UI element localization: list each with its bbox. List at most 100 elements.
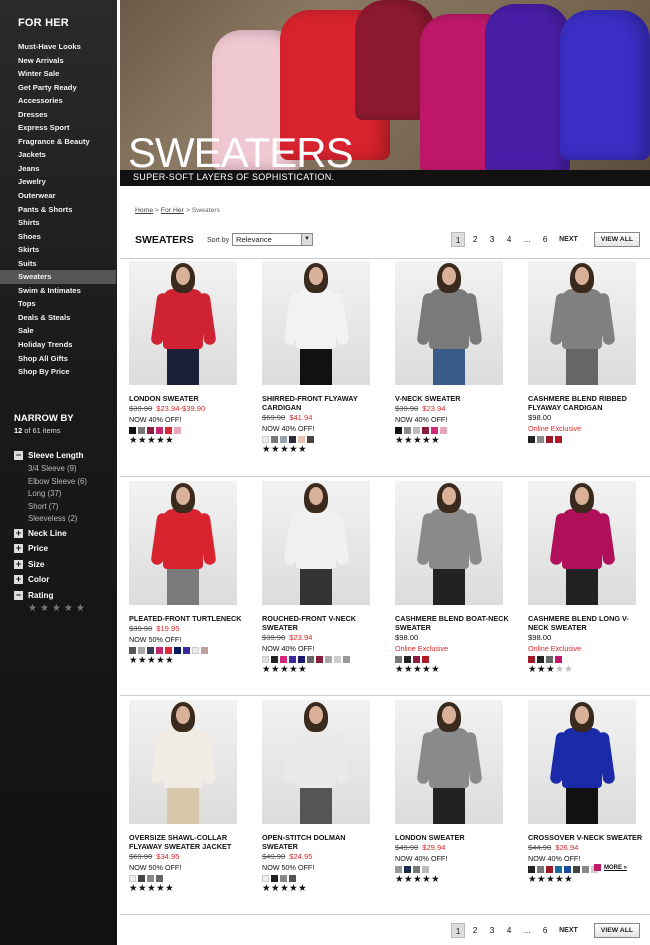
color-swatch[interactable]: [156, 875, 163, 882]
product-name[interactable]: OVERSIZE SHAWL-COLLAR FLYAWAY SWEATER JA…: [129, 833, 249, 851]
color-swatch[interactable]: [395, 427, 402, 434]
product-card[interactable]: LONDON SWEATER $49.90 $29.94 NOW 40% OFF! ★★…: [386, 697, 511, 912]
next-page-link[interactable]: NEXT: [559, 236, 578, 243]
sidebar-item-holiday-trends[interactable]: Holiday Trends: [0, 338, 117, 352]
sidebar-item-accessories[interactable]: Accessories: [0, 94, 117, 108]
color-swatch[interactable]: [422, 656, 429, 663]
sidebar-item-must-have-looks[interactable]: Must-Have Looks: [0, 40, 117, 54]
product-name[interactable]: LONDON SWEATER: [395, 833, 515, 842]
color-swatch[interactable]: [192, 647, 199, 654]
expand-icon[interactable]: +: [14, 528, 23, 538]
color-swatch[interactable]: [555, 656, 562, 663]
sidebar-item-get-party-ready[interactable]: Get Party Ready: [0, 81, 117, 95]
product-card[interactable]: SHIRRED-FRONT FLYAWAY CARDIGAN $69.90 $41.…: [253, 258, 378, 473]
color-swatch[interactable]: [594, 864, 601, 871]
product-image[interactable]: [528, 700, 636, 824]
sidebar-item-shoes[interactable]: Shoes: [0, 230, 117, 244]
color-swatch[interactable]: [334, 656, 341, 663]
sidebar-item-outerwear[interactable]: Outerwear: [0, 189, 117, 203]
facet-header[interactable]: + Color: [14, 572, 117, 588]
color-swatch[interactable]: [413, 866, 420, 873]
color-swatch[interactable]: [422, 866, 429, 873]
color-swatch[interactable]: [280, 656, 287, 663]
product-name[interactable]: CASHMERE BLEND LONG V-NECK SWEATER: [528, 614, 648, 632]
color-swatch[interactable]: [528, 656, 535, 663]
page-link-1[interactable]: 1: [451, 232, 466, 247]
product-card[interactable]: CASHMERE BLEND BOAT-NECK SWEATER $98.00 On…: [386, 478, 511, 693]
color-swatch[interactable]: [440, 427, 447, 434]
color-swatch[interactable]: [564, 866, 571, 873]
facet-header[interactable]: − Rating: [14, 588, 117, 604]
facet-option[interactable]: Short (7): [14, 501, 117, 514]
page-link-2[interactable]: 2: [468, 923, 482, 938]
color-swatch[interactable]: [395, 866, 402, 873]
page-link-4[interactable]: 4: [502, 923, 516, 938]
product-name[interactable]: SHIRRED-FRONT FLYAWAY CARDIGAN: [262, 394, 382, 412]
color-swatch[interactable]: [138, 875, 145, 882]
product-name[interactable]: CASHMERE BLEND RIBBED FLYAWAY CARDIGAN: [528, 394, 648, 412]
product-card[interactable]: V-NECK SWEATER $39.90 $23.94 NOW 40% OFF! ★★…: [386, 258, 511, 473]
product-image[interactable]: [262, 261, 370, 385]
color-swatch[interactable]: [343, 656, 350, 663]
product-name[interactable]: CROSSOVER V-NECK SWEATER: [528, 833, 648, 842]
sort-select[interactable]: Relevance ▼: [232, 233, 313, 246]
facet-option[interactable]: Long (37): [14, 488, 117, 501]
color-swatch[interactable]: [325, 656, 332, 663]
color-swatch[interactable]: [129, 427, 136, 434]
color-swatch[interactable]: [537, 656, 544, 663]
sidebar-item-shop-by-price[interactable]: Shop By Price: [0, 365, 117, 379]
color-swatch[interactable]: [165, 647, 172, 654]
breadcrumb-for-her[interactable]: For Her: [161, 207, 184, 214]
color-swatch[interactable]: [262, 656, 269, 663]
page-link-2[interactable]: 2: [468, 232, 482, 247]
color-swatch[interactable]: [129, 647, 136, 654]
product-card[interactable]: CASHMERE BLEND LONG V-NECK SWEATER $98.00…: [519, 478, 644, 693]
product-image[interactable]: [528, 261, 636, 385]
sidebar-item-fragrance-beauty[interactable]: Fragrance & Beauty: [0, 135, 117, 149]
sidebar-item-swim-intimates[interactable]: Swim & Intimates: [0, 284, 117, 298]
color-swatch[interactable]: [201, 647, 208, 654]
color-swatch[interactable]: [413, 656, 420, 663]
collapse-icon[interactable]: −: [14, 590, 23, 600]
sidebar-item-winter-sale[interactable]: Winter Sale: [0, 67, 117, 81]
view-all-button[interactable]: VIEW ALL: [593, 923, 640, 938]
color-swatch[interactable]: [129, 875, 136, 882]
product-image[interactable]: [395, 261, 503, 385]
color-swatch[interactable]: [271, 656, 278, 663]
color-swatch[interactable]: [395, 656, 402, 663]
product-name[interactable]: V-NECK SWEATER: [395, 394, 515, 403]
facet-option[interactable]: 3/4 Sleeve (9): [14, 463, 117, 476]
color-swatch[interactable]: [528, 436, 535, 443]
product-image[interactable]: [129, 261, 237, 385]
product-name[interactable]: ROUCHED-FRONT V-NECK SWEATER: [262, 614, 382, 632]
page-link-6[interactable]: 6: [538, 923, 552, 938]
facet-header[interactable]: + Price: [14, 541, 117, 557]
product-card[interactable]: OPEN-STITCH DOLMAN SWEATER $49.90 $24.95 NO…: [253, 697, 378, 912]
color-swatch[interactable]: [528, 866, 535, 873]
color-swatch[interactable]: [546, 866, 553, 873]
color-swatch[interactable]: [537, 436, 544, 443]
product-image[interactable]: [129, 481, 237, 605]
facet-option[interactable]: Elbow Sleeve (6): [14, 476, 117, 489]
color-swatch[interactable]: [298, 656, 305, 663]
product-name[interactable]: PLEATED-FRONT TURTLENECK: [129, 614, 249, 623]
sidebar-item-suits[interactable]: Suits: [0, 257, 117, 271]
sidebar-item-dresses[interactable]: Dresses: [0, 108, 117, 122]
product-card[interactable]: PLEATED-FRONT TURTLENECK $39.90 $19.95 NOW …: [120, 478, 245, 693]
sidebar-item-jeans[interactable]: Jeans: [0, 162, 117, 176]
color-swatch[interactable]: [555, 866, 562, 873]
product-image[interactable]: [262, 700, 370, 824]
color-swatch[interactable]: [413, 427, 420, 434]
view-all-button[interactable]: VIEW ALL: [593, 232, 640, 247]
sidebar-item-new-arrivals[interactable]: New Arrivals: [0, 54, 117, 68]
page-link-3[interactable]: 3: [485, 232, 499, 247]
sidebar-item-shop-all-gifts[interactable]: Shop All Gifts: [0, 352, 117, 366]
product-card[interactable]: CROSSOVER V-NECK SWEATER $44.90 $26.94 NOW …: [519, 697, 644, 912]
color-swatch[interactable]: [298, 436, 305, 443]
page-link-1[interactable]: 1: [451, 923, 466, 938]
color-swatch[interactable]: [289, 875, 296, 882]
color-swatch[interactable]: [307, 656, 314, 663]
color-swatch[interactable]: [147, 647, 154, 654]
color-swatch[interactable]: [271, 436, 278, 443]
color-swatch[interactable]: [307, 436, 314, 443]
